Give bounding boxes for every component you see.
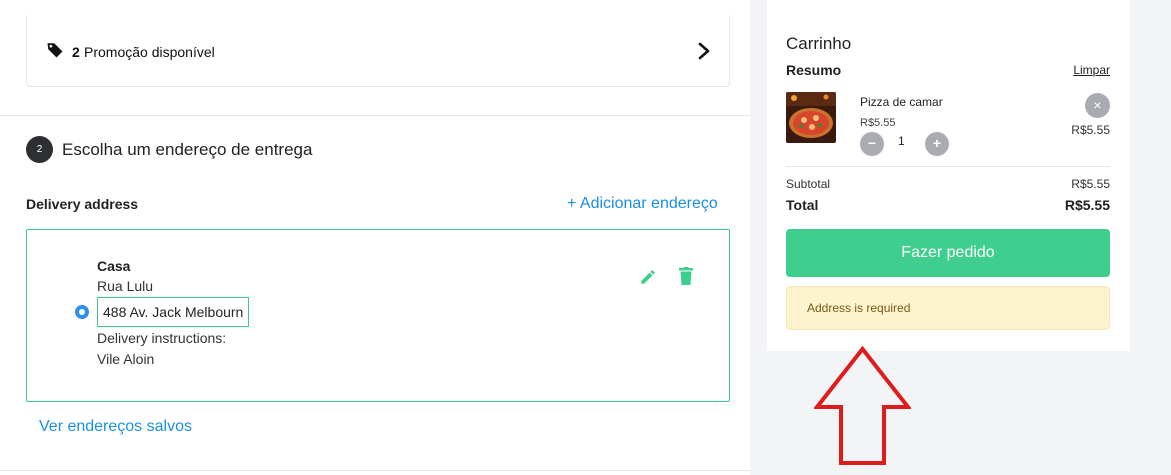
saved-addresses-link[interactable]: Ver endereços salvos — [39, 418, 192, 436]
clear-cart-link[interactable]: Limpar — [1073, 63, 1110, 77]
subtotal-label: Subtotal — [786, 177, 831, 191]
address-name: Casa — [97, 258, 131, 274]
trash-icon[interactable] — [679, 267, 693, 285]
pizza-thumbnail — [786, 92, 836, 143]
cart-divider — [786, 166, 1110, 167]
checkout-main-panel: 2 Promoção disponível 2 Escolha um ender… — [0, 0, 750, 475]
address-number-field[interactable]: 488 Av. Jack Melbourn — [97, 297, 250, 327]
cart-item-total: R$5.55 — [1071, 123, 1110, 137]
cart-item-quantity: 1 — [898, 134, 905, 148]
cart-title: Carrinho — [786, 34, 852, 53]
delivery-address-label: Delivery address — [26, 196, 139, 212]
cart-item-name: Pizza de camar — [860, 95, 943, 109]
increase-quantity-button[interactable]: + — [925, 132, 949, 156]
promotion-card[interactable]: 2 Promoção disponível — [26, 15, 730, 87]
subtotal-value: R$5.55 — [1071, 177, 1110, 191]
decrease-quantity-button[interactable]: − — [860, 132, 884, 156]
address-required-alert: Address is required — [786, 286, 1110, 330]
cart-panel: Carrinho Resumo Limpar Pizza de camar R$… — [767, 0, 1130, 351]
chevron-right-icon[interactable] — [697, 42, 711, 60]
step-title: Escolha um endereço de entrega — [62, 140, 313, 159]
summary-label: Resumo — [786, 62, 842, 78]
step-number-badge: 2 — [26, 136, 53, 163]
add-address-link[interactable]: + Adicionar endereço — [567, 195, 718, 213]
total-value: R$5.55 — [1064, 197, 1110, 213]
cart-item-unit-price: R$5.55 — [860, 117, 896, 129]
section-divider — [0, 470, 750, 471]
section-divider — [0, 115, 750, 116]
promotion-count: 2 — [72, 44, 80, 60]
tag-icon — [47, 43, 63, 58]
remove-item-button[interactable]: × — [1085, 93, 1110, 118]
address-radio[interactable] — [75, 305, 89, 319]
promotion-label: Promoção disponível — [84, 44, 215, 60]
address-card[interactable]: Casa Rua Lulu 488 Av. Jack Melbourn Deli… — [26, 229, 730, 402]
delivery-instructions-value: Vile Aloin — [97, 351, 155, 367]
up-arrow-annotation-icon — [814, 345, 911, 465]
pencil-icon[interactable] — [639, 268, 657, 286]
delivery-instructions-label: Delivery instructions: — [97, 330, 227, 346]
address-street: Rua Lulu — [97, 278, 154, 294]
place-order-button[interactable]: Fazer pedido — [786, 229, 1110, 277]
total-label: Total — [786, 197, 819, 213]
